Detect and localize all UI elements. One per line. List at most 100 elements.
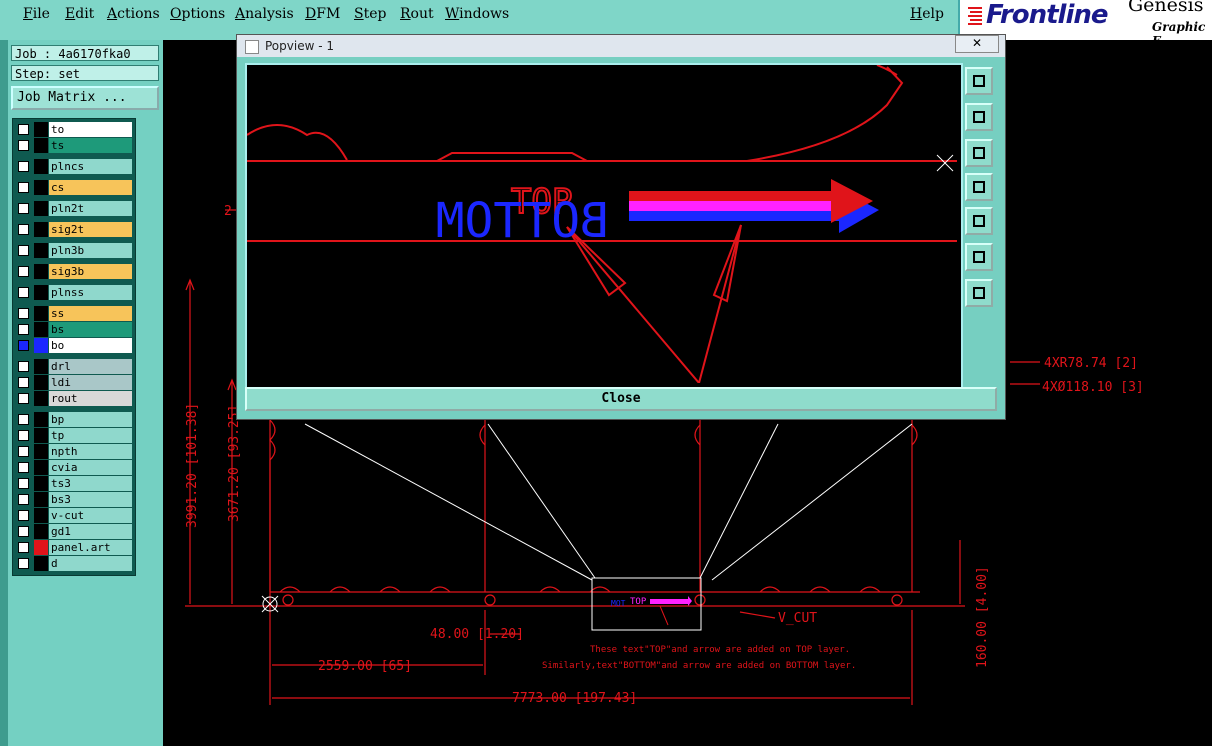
layer-checkbox[interactable] [18,245,29,256]
layer-name[interactable]: plncs [49,159,132,174]
layer-checkbox[interactable] [18,414,29,425]
layer-row[interactable]: pln3b [16,243,132,258]
zoom-out-icon[interactable] [965,279,993,307]
layer-row[interactable]: plncs [16,159,132,174]
layer-checkbox[interactable] [18,478,29,489]
layer-checkbox[interactable] [18,377,29,388]
layer-name[interactable]: bs [49,322,132,337]
layer-row[interactable]: gd1 [16,524,132,539]
layer-name[interactable]: drl [49,359,132,374]
layer-name[interactable]: bp [49,412,132,427]
layer-name[interactable]: sig3b [49,264,132,279]
layer-name[interactable]: ts3 [49,476,132,491]
menu-file[interactable]: File [23,6,50,22]
layer-name[interactable]: bs3 [49,492,132,507]
layer-swatch [34,428,48,443]
menu-analysis[interactable]: Analysis [235,6,294,22]
job-matrix-button[interactable]: Job Matrix ... [11,86,159,110]
layer-row[interactable]: d [16,556,132,571]
pan-right-icon[interactable] [965,207,993,235]
menu-step[interactable]: Step [354,6,386,22]
layer-checkbox[interactable] [18,558,29,569]
layer-name[interactable]: to [49,122,132,137]
layer-checkbox[interactable] [18,324,29,335]
zoom-home-icon[interactable] [965,67,993,95]
layer-name[interactable]: plnss [49,285,132,300]
layer-row[interactable]: sig3b [16,264,132,279]
layer-name[interactable]: bo [49,338,132,353]
layer-checkbox[interactable] [18,124,29,135]
layer-row[interactable]: drl [16,359,132,374]
layer-name[interactable]: pln3b [49,243,132,258]
menu-edit[interactable]: Edit [65,6,94,22]
layer-row[interactable]: panel.art [16,540,132,555]
pan-left-icon[interactable] [965,173,993,201]
popview-titlebar[interactable]: Popview - 1 ✕ [237,35,1005,57]
layer-name[interactable]: sig2t [49,222,132,237]
layer-name[interactable]: pln2t [49,201,132,216]
popview-canvas[interactable]: TOP BOTTOM [245,63,963,389]
layer-checkbox[interactable] [18,510,29,521]
layer-name[interactable]: ldi [49,375,132,390]
job-name: Job : 4a6170fka0 [11,45,159,61]
layer-row[interactable]: bo [16,338,132,353]
menu-help[interactable]: Help [910,6,944,22]
layer-checkbox[interactable] [18,140,29,151]
layer-row[interactable]: pln2t [16,201,132,216]
layer-row[interactable]: v-cut [16,508,132,523]
menu-dfm[interactable]: DFM [305,6,340,22]
layer-checkbox[interactable] [18,494,29,505]
layer-checkbox[interactable] [18,224,29,235]
menu-options[interactable]: Options [170,6,225,22]
layer-checkbox[interactable] [18,462,29,473]
layer-name[interactable]: ts [49,138,132,153]
close-button[interactable]: Close [245,387,997,411]
layer-checkbox[interactable] [18,393,29,404]
layer-row[interactable]: ss [16,306,132,321]
layer-checkbox[interactable] [18,182,29,193]
menu-windows[interactable]: Windows [445,6,509,22]
layer-checkbox[interactable] [18,287,29,298]
layer-checkbox[interactable] [18,542,29,553]
layer-checkbox[interactable] [18,203,29,214]
layer-name[interactable]: cs [49,180,132,195]
layer-name[interactable]: tp [49,428,132,443]
pan-up-icon[interactable] [965,103,993,131]
layer-checkbox[interactable] [18,266,29,277]
layer-checkbox[interactable] [18,161,29,172]
layer-checkbox[interactable] [18,340,29,351]
layer-name[interactable]: cvia [49,460,132,475]
layer-name[interactable]: v-cut [49,508,132,523]
layer-row[interactable]: ts3 [16,476,132,491]
menu-rout[interactable]: Rout [400,6,434,22]
layer-row[interactable]: cs [16,180,132,195]
layer-row[interactable]: cvia [16,460,132,475]
layer-name[interactable]: d [49,556,132,571]
layer-checkbox[interactable] [18,308,29,319]
layer-row[interactable]: bs [16,322,132,337]
layer-checkbox[interactable] [18,446,29,457]
layer-row[interactable]: bp [16,412,132,427]
layer-row[interactable]: ts [16,138,132,153]
layer-name[interactable]: ss [49,306,132,321]
layer-row[interactable]: to [16,122,132,137]
layer-row[interactable]: plnss [16,285,132,300]
layer-row[interactable]: bs3 [16,492,132,507]
layer-checkbox[interactable] [18,361,29,372]
layer-row[interactable]: npth [16,444,132,459]
layer-row[interactable]: ldi [16,375,132,390]
layer-name[interactable]: gd1 [49,524,132,539]
zoom-in-icon[interactable] [965,243,993,271]
layer-name[interactable]: npth [49,444,132,459]
layer-checkbox[interactable] [18,430,29,441]
layer-name[interactable]: panel.art [49,540,132,555]
layer-name[interactable]: rout [49,391,132,406]
pan-down-icon[interactable] [965,139,993,167]
layer-row[interactable]: sig2t [16,222,132,237]
layer-checkbox[interactable] [18,526,29,537]
layer-row[interactable]: rout [16,391,132,406]
close-icon[interactable]: ✕ [955,35,999,53]
menu-actions[interactable]: Actions [107,6,160,22]
layer-swatch [34,556,48,571]
layer-row[interactable]: tp [16,428,132,443]
